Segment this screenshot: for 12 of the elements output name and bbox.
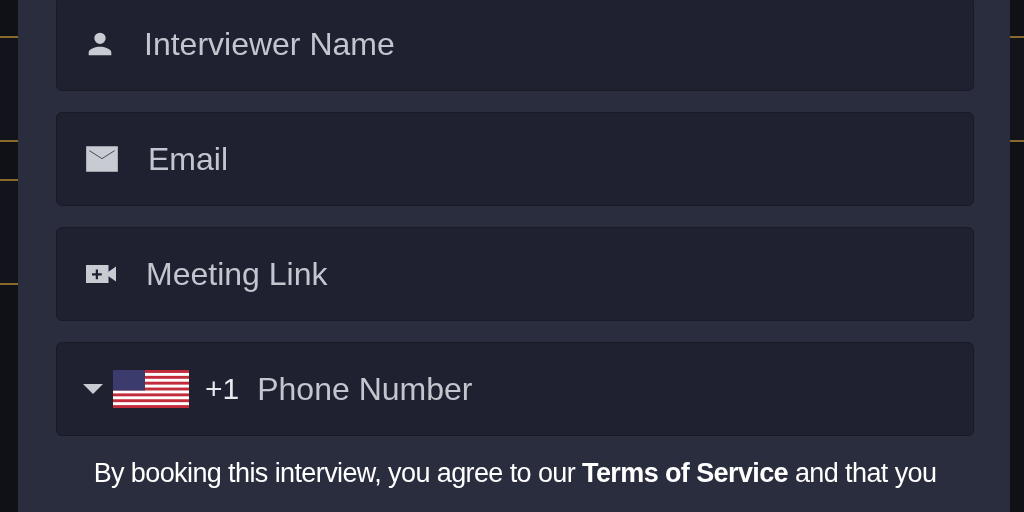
input-field[interactable]: Meeting Link: [56, 227, 974, 321]
caret-icon[interactable]: [83, 384, 103, 394]
phone-field[interactable]: +1 Phone Number: [56, 342, 974, 436]
text-input[interactable]: Meeting Link: [146, 255, 973, 293]
input-field[interactable]: Interviewer Name: [56, 0, 974, 91]
country-code: +1: [205, 372, 240, 406]
phone-input[interactable]: Phone Number: [257, 370, 973, 408]
flag-icon: [113, 370, 189, 408]
agreement-text: By booking this interview, you agree to our Terms of Service and that you: [92, 458, 938, 489]
text-input[interactable]: Email: [148, 140, 973, 178]
input-field[interactable]: Email: [56, 112, 974, 206]
text-input[interactable]: Interviewer Name: [144, 25, 973, 63]
